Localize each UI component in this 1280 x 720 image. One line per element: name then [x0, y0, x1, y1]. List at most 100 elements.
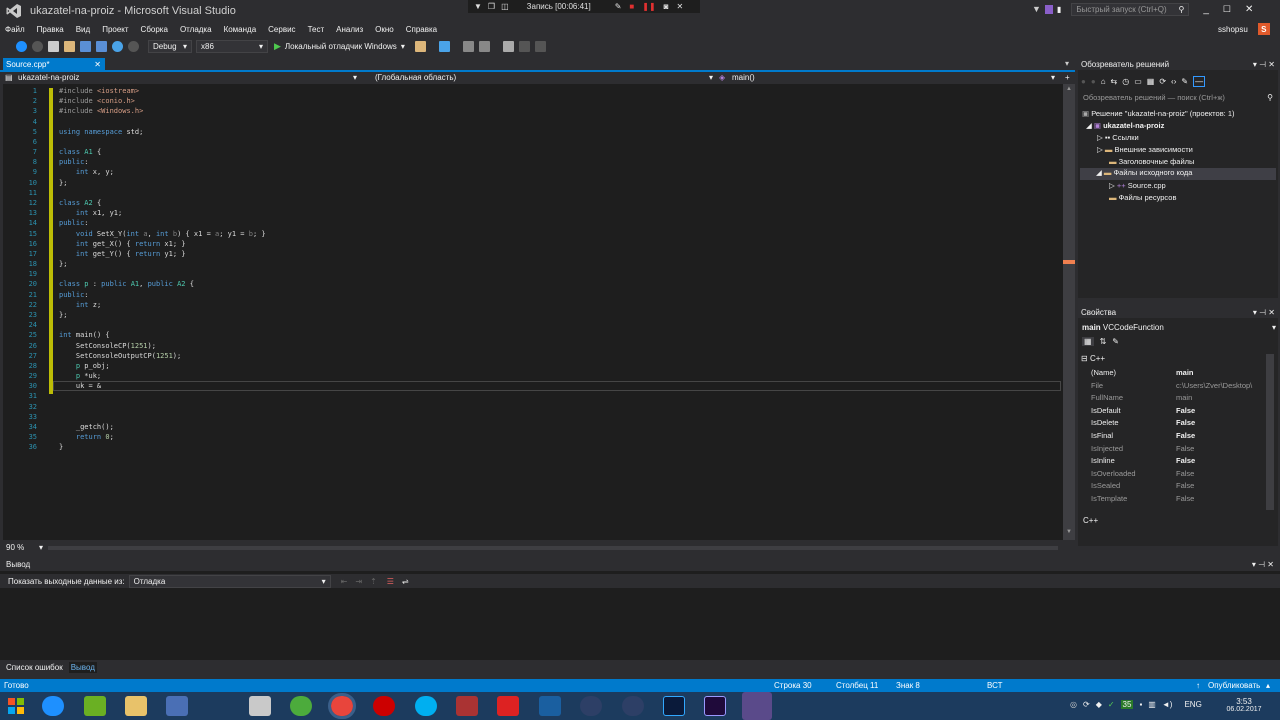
minimize-icon[interactable]: _	[1203, 4, 1209, 15]
save-all-icon[interactable]	[96, 40, 107, 52]
menu-analyze[interactable]: Анализ	[336, 25, 363, 34]
tab-source-cpp[interactable]: Source.cpp* ✕	[3, 58, 105, 70]
collapsed-icon[interactable]: ▷	[1097, 145, 1103, 154]
scroll-up-icon[interactable]: ▲	[1066, 86, 1072, 92]
tree-project[interactable]: ◢ ▣ ukazatel-na-proiz	[1086, 121, 1164, 130]
tab-list-icon[interactable]: ▾	[1065, 59, 1069, 68]
nav-scope[interactable]: (Глобальная область)	[375, 73, 456, 82]
tray-sync-icon[interactable]: ⟳	[1083, 700, 1090, 709]
indent-icon[interactable]	[462, 40, 474, 52]
start-button[interactable]	[6, 696, 28, 716]
user-name[interactable]: sshopsu	[1218, 25, 1248, 34]
attach-icon[interactable]	[414, 40, 426, 52]
close-icon[interactable]: ✕	[1268, 308, 1275, 317]
preview-icon[interactable]: —	[1193, 75, 1206, 87]
pin-icon[interactable]: ⊣	[1259, 308, 1266, 317]
bookmark-prev-icon[interactable]	[518, 40, 530, 52]
close-icon[interactable]: ✕	[1268, 60, 1275, 69]
tray-chrome-icon[interactable]: ◎	[1070, 700, 1077, 709]
dropdown-icon[interactable]: ▾	[1252, 560, 1256, 569]
pause-icon[interactable]: ❚❚	[642, 2, 655, 11]
tab-close-icon[interactable]: ✕	[94, 60, 101, 69]
outdent-icon[interactable]	[478, 40, 490, 52]
property-row[interactable]: (Name) main	[1091, 366, 1276, 378]
menu-view[interactable]: Вид	[76, 25, 90, 34]
download-icon[interactable]	[497, 696, 519, 716]
refresh-icon[interactable]: ⟳	[1159, 77, 1166, 86]
tab-output[interactable]: Вывод	[68, 661, 97, 673]
dropdown-icon[interactable]: ▾	[1253, 60, 1257, 69]
solution-search-input[interactable]: Обозреватель решений — поиск (Ctrl+ж) ⚲	[1080, 91, 1276, 103]
notifications-icon[interactable]	[1044, 4, 1053, 14]
sync-icon[interactable]: ⇆	[1111, 77, 1118, 86]
property-row[interactable]: IsInline False	[1091, 454, 1276, 466]
config-select[interactable]: Debug ▾	[148, 39, 192, 53]
bookmark-icon[interactable]	[502, 40, 514, 52]
signal-icon[interactable]: ▮	[1057, 5, 1061, 14]
clock[interactable]: 3:53 06.02.2017	[1226, 697, 1262, 713]
collapsed-icon[interactable]: ▷	[1097, 133, 1103, 142]
tree-solution[interactable]: ▣ Решение "ukazatel-na-proiz" (проектов:…	[1082, 109, 1235, 118]
tray-shield-icon[interactable]: ◆	[1096, 700, 1102, 709]
find-icon[interactable]: ⇡	[370, 577, 377, 586]
utorrent-icon[interactable]	[290, 696, 312, 716]
chevron-down-icon[interactable]: ▾	[709, 73, 713, 82]
archive-icon[interactable]	[456, 696, 478, 716]
chevron-down-icon[interactable]: ▾	[353, 73, 357, 82]
chrome-icon[interactable]	[328, 693, 356, 719]
properties-category[interactable]: ⊟ C++	[1081, 354, 1105, 363]
filter-icon[interactable]: ▼	[1032, 4, 1041, 14]
publish-button[interactable]: Опубликовать	[1208, 681, 1260, 690]
menu-debug[interactable]: Отладка	[180, 25, 212, 34]
property-row[interactable]: IsOverloaded False	[1091, 467, 1276, 479]
forward-icon[interactable]: ●	[1091, 77, 1096, 86]
goto-prev-icon[interactable]: ⇤	[341, 577, 348, 586]
chevron-down-icon[interactable]: ▾	[39, 543, 43, 552]
scroll-down-icon[interactable]: ▼	[1066, 529, 1072, 535]
tree-source-files[interactable]: ◢ ▬ Файлы исходного кода	[1080, 168, 1276, 180]
forward-icon[interactable]	[32, 40, 43, 52]
tree-source-cpp[interactable]: ▷ ++ Source.cpp	[1109, 181, 1166, 190]
property-row[interactable]: IsDefault False	[1091, 404, 1276, 416]
property-row[interactable]: IsTemplate False	[1091, 492, 1276, 504]
network-icon[interactable]: ▥	[1148, 700, 1156, 709]
step-icon[interactable]	[438, 40, 450, 52]
zoom-level[interactable]: 90 %	[6, 543, 24, 552]
scroll-thumb[interactable]	[1065, 98, 1073, 530]
clear-all-icon[interactable]: ☰	[387, 577, 394, 586]
back-icon[interactable]	[16, 40, 27, 52]
alphabetical-icon[interactable]: ⇅	[1100, 337, 1107, 346]
bookmark-next-icon[interactable]	[534, 40, 546, 52]
vertical-scrollbar[interactable]: ▲ ▼	[1063, 84, 1075, 540]
pin-icon[interactable]: ⊣	[1259, 60, 1266, 69]
close-icon[interactable]: ✕	[1267, 560, 1274, 569]
photoshop-icon[interactable]	[663, 696, 685, 716]
tray-check-icon[interactable]: ✓	[1108, 700, 1115, 709]
menu-file[interactable]: Файл	[5, 25, 25, 34]
save-icon[interactable]	[80, 40, 91, 52]
menu-build[interactable]: Сборка	[141, 25, 168, 34]
nav-member[interactable]: main()	[732, 73, 755, 82]
platform-select[interactable]: x86 ▾	[196, 39, 268, 53]
property-row[interactable]: FullName main	[1091, 391, 1276, 403]
new-project-icon[interactable]	[48, 40, 59, 52]
ie-icon[interactable]	[42, 696, 64, 716]
menu-team[interactable]: Команда	[224, 25, 257, 34]
tray-lang[interactable]: ENG	[1184, 700, 1201, 709]
publish-icon[interactable]: ↑	[1196, 681, 1200, 690]
word-wrap-icon[interactable]: ⇌	[402, 577, 409, 586]
record-icon[interactable]	[373, 696, 395, 716]
visual-studio-taskbar-icon[interactable]	[742, 692, 772, 720]
tree-header-files[interactable]: ▬ Заголовочные файлы	[1109, 157, 1194, 166]
property-row[interactable]: IsInjected False	[1091, 442, 1276, 454]
pending-icon[interactable]: ◷	[1122, 77, 1129, 86]
properties-object-select[interactable]: main VCCodeFunction ▾	[1082, 321, 1276, 333]
tray-app-icon[interactable]: ▪	[1139, 700, 1142, 709]
open-icon[interactable]	[64, 40, 75, 52]
split-icon[interactable]: +	[1065, 73, 1070, 82]
eclipse-icon[interactable]	[580, 696, 602, 716]
collapse-icon[interactable]: ▭	[1134, 77, 1142, 86]
explorer-icon[interactable]	[125, 696, 147, 716]
chevron-up-icon[interactable]: ▴	[1266, 681, 1270, 690]
tree-external-deps[interactable]: ▷ ▬ Внешние зависимости	[1097, 145, 1193, 154]
